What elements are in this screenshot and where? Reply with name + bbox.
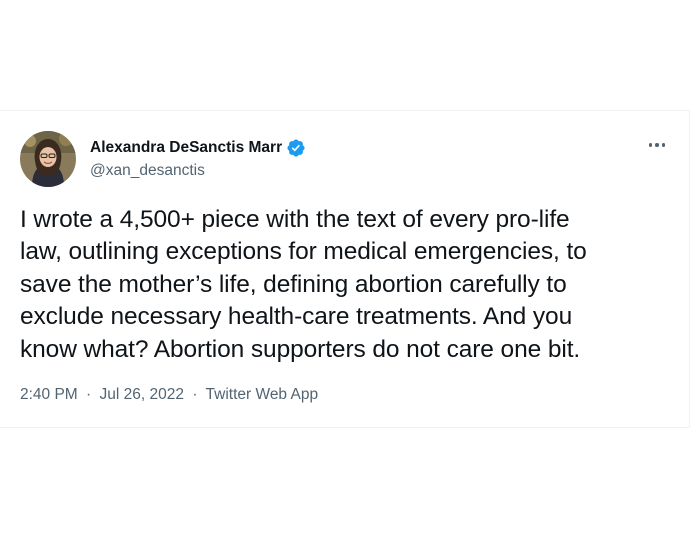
- meta-separator: ·: [192, 386, 198, 403]
- tweet-text: I wrote a 4,500+ piece with the text of …: [20, 206, 587, 363]
- more-options-icon[interactable]: [643, 135, 671, 155]
- tweet-metadata: 2:40 PM · Jul 26, 2022 · Twitter Web App: [20, 386, 318, 404]
- author-info: Alexandra DeSanctis Marr @xan_desanctis: [90, 138, 306, 180]
- tweet-header: Alexandra DeSanctis Marr @xan_desanctis: [20, 131, 669, 187]
- avatar[interactable]: [20, 131, 76, 187]
- avatar-image: [20, 131, 76, 187]
- name-row: Alexandra DeSanctis Marr: [90, 138, 306, 158]
- display-name[interactable]: Alexandra DeSanctis Marr: [90, 139, 282, 157]
- verified-badge-icon: [286, 138, 306, 158]
- handle[interactable]: @xan_desanctis: [90, 162, 306, 180]
- tweet-time[interactable]: 2:40 PM: [20, 386, 78, 403]
- meta-separator: ·: [86, 386, 92, 403]
- tweet-source[interactable]: Twitter Web App: [206, 386, 319, 403]
- tweet-date[interactable]: Jul 26, 2022: [100, 386, 184, 403]
- tweet-card: Alexandra DeSanctis Marr @xan_desanctis …: [0, 110, 690, 428]
